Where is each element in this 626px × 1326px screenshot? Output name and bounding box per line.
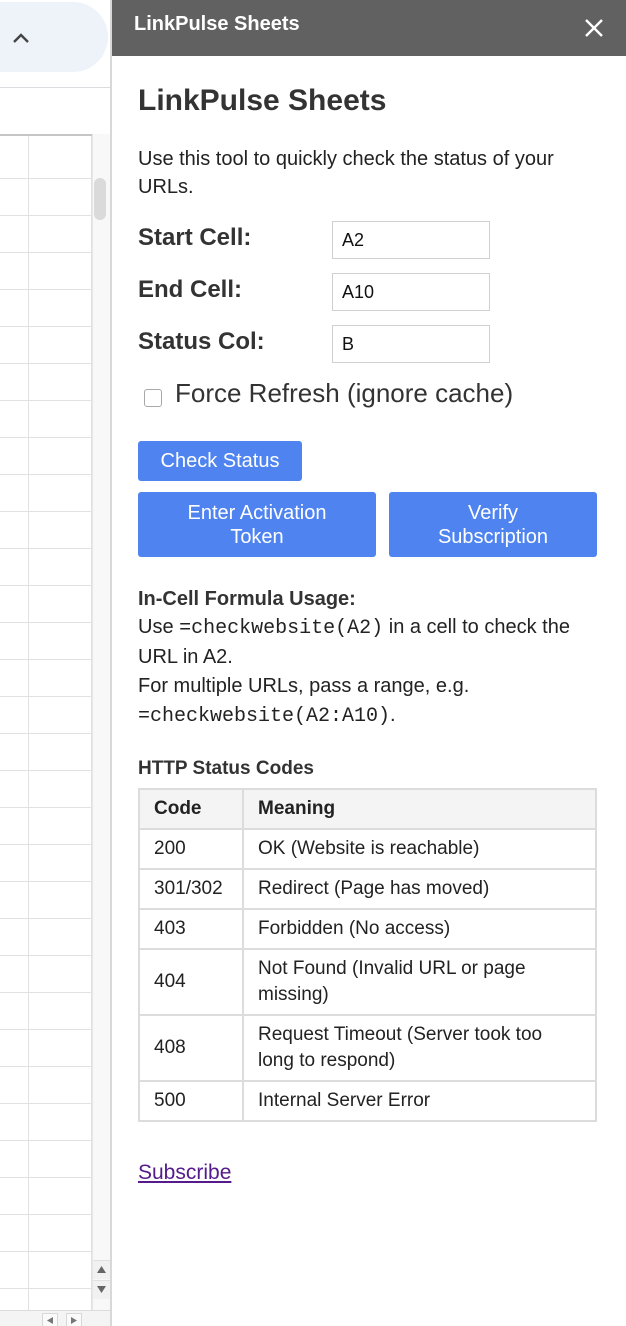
table-row: 403 Forbidden (No access) [138,908,597,950]
subscribe-link[interactable]: Subscribe [138,1161,231,1185]
close-icon [585,19,603,37]
meaning-cell: OK (Website is reachable) [242,828,597,870]
spreadsheet-area [0,0,110,1326]
code-cell: 500 [138,1080,244,1122]
scroll-up-button[interactable] [93,1260,110,1279]
enter-activation-token-button[interactable]: Enter Activation Token [138,492,376,557]
start-cell-input[interactable] [332,221,490,259]
verify-label-line2: Subscription [437,525,549,548]
table-row: 200 OK (Website is reachable) [138,828,597,870]
code-cell: 403 [138,908,244,950]
meaning-cell: Request Timeout (Server took too long to… [242,1014,597,1082]
collapse-toolbar-button[interactable] [0,2,108,72]
meaning-cell: Internal Server Error [242,1080,597,1122]
verify-subscription-button[interactable]: Verify Subscription [389,492,597,557]
status-codes-heading: HTTP Status Codes [138,758,314,779]
addon-sidebar: LinkPulse Sheets LinkPulse Sheets Use th… [112,0,626,1326]
triangle-right-icon [71,1317,77,1324]
sheet-top-bar [0,0,110,88]
page-title: LinkPulse Sheets [138,84,387,117]
status-codes-table: Code Meaning 200 OK (Website is reachabl… [138,788,597,1122]
table-row: 404 Not Found (Invalid URL or page missi… [138,948,597,1016]
formula-multi-suffix: . [390,704,396,726]
vertical-scroll-thumb[interactable] [94,178,106,220]
code-cell: 404 [138,948,244,1016]
cell-grid[interactable] [0,134,92,1312]
code-cell: 408 [138,1014,244,1082]
code-cell: 200 [138,828,244,870]
scroll-right-button[interactable] [66,1313,82,1326]
status-col-input[interactable] [332,325,490,363]
column-header-code: Code [138,788,244,830]
table-row: 500 Internal Server Error [138,1080,597,1122]
column-header-meaning: Meaning [242,788,597,830]
triangle-down-icon [97,1286,106,1293]
table-row: 301/302 Redirect (Page has moved) [138,868,597,910]
meaning-cell: Forbidden (No access) [242,908,597,950]
triangle-up-icon [97,1266,106,1273]
check-status-button[interactable]: Check Status [138,441,302,481]
meaning-cell: Redirect (Page has moved) [242,868,597,910]
force-refresh-row[interactable]: Force Refresh (ignore cache) [144,378,584,414]
formula-use-prefix: Use [138,616,174,638]
end-cell-label: End Cell: [138,276,243,303]
check-status-label: Check Status [160,450,280,472]
formula-example-single: =checkwebsite(A2) [179,617,384,640]
scroll-down-button[interactable] [93,1280,110,1299]
formula-example-range: =checkwebsite(A2:A10) [138,705,391,728]
vertical-scrollbar[interactable] [92,134,110,1310]
triangle-left-icon [47,1317,53,1324]
force-refresh-checkbox[interactable] [144,389,162,407]
intro-text: Use this tool to quickly check the statu… [138,148,554,198]
table-row: 408 Request Timeout (Server took too lon… [138,1014,597,1082]
sidebar-titlebar: LinkPulse Sheets [112,0,626,56]
meaning-cell: Not Found (Invalid URL or page missing) [242,948,597,1016]
horizontal-scrollbar[interactable] [0,1310,110,1326]
enter-token-label-line2: Token [230,525,284,548]
enter-token-label-line1: Enter Activation [187,501,327,524]
end-cell-input[interactable] [332,273,490,311]
sidebar-title: LinkPulse Sheets [134,13,300,35]
chevron-up-icon [13,33,29,43]
status-col-label: Status Col: [138,328,265,355]
formula-usage-text: Use =checkwebsite(A2) in a cell to check… [138,613,598,731]
force-refresh-label[interactable]: Force Refresh (ignore cache) [175,378,513,409]
verify-label-line1: Verify [467,501,519,524]
scroll-left-button[interactable] [42,1313,58,1326]
close-button[interactable] [578,12,610,44]
code-cell: 301/302 [138,868,244,910]
sheet-divider [0,87,110,88]
formula-multi-prefix: For multiple URLs, pass a range, e.g. [138,675,470,697]
table-header-row: Code Meaning [138,788,597,830]
start-cell-label: Start Cell: [138,224,252,251]
formula-usage-heading: In-Cell Formula Usage: [138,588,356,610]
